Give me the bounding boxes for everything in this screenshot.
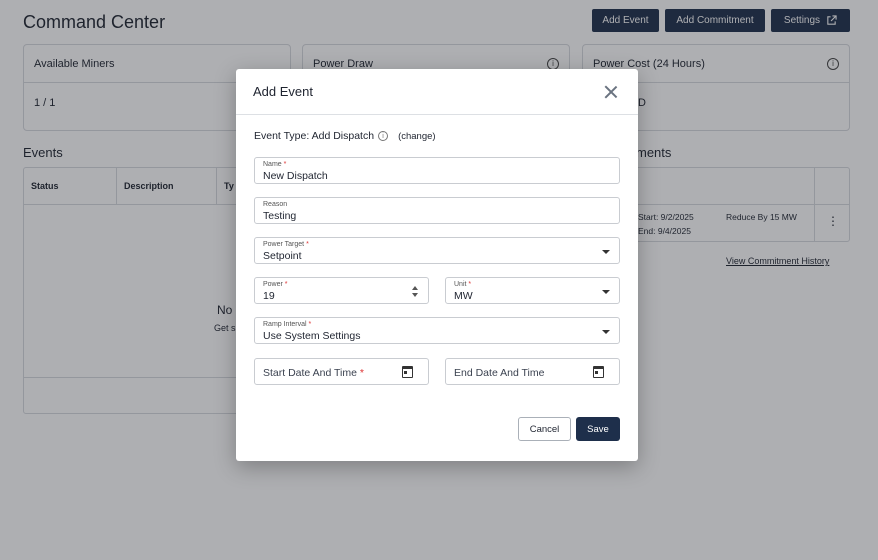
info-icon[interactable]: i <box>378 131 389 141</box>
calendar-icon[interactable] <box>402 366 413 378</box>
start-date-field[interactable]: Start Date And Time * <box>254 358 429 385</box>
power-input[interactable]: 19 <box>263 290 275 302</box>
chevron-down-icon <box>602 330 610 334</box>
power-target-value: Setpoint <box>263 250 302 262</box>
save-button[interactable]: Save <box>576 417 620 441</box>
field-label: Power * <box>263 281 288 288</box>
chevron-down-icon <box>602 250 610 254</box>
field-label: Name * <box>263 161 287 168</box>
calendar-icon[interactable] <box>593 366 604 378</box>
power-field[interactable]: Power * 19 <box>254 277 429 304</box>
event-type-row: Event Type: Add Dispatch i (change) <box>254 130 436 142</box>
field-label: Ramp Interval * <box>263 321 312 328</box>
name-field[interactable]: Name * New Dispatch <box>254 157 620 184</box>
field-label: Power Target * <box>263 241 309 248</box>
add-event-dialog: Add Event Event Type: Add Dispatch i (ch… <box>236 69 638 461</box>
cancel-button[interactable]: Cancel <box>518 417 571 441</box>
start-date-placeholder: Start Date And Time * <box>263 367 364 379</box>
close-icon[interactable] <box>604 85 618 99</box>
spinner-arrows-icon[interactable] <box>412 286 419 298</box>
reason-field[interactable]: Reason Testing <box>254 197 620 224</box>
reason-input[interactable]: Testing <box>263 210 296 222</box>
field-label: Unit * <box>454 281 472 288</box>
end-date-placeholder: End Date And Time <box>454 367 545 379</box>
name-input[interactable]: New Dispatch <box>263 170 328 182</box>
unit-select[interactable]: Unit * MW <box>445 277 620 304</box>
event-type-label: Event Type: Add Dispatch <box>254 130 375 142</box>
dialog-title: Add Event <box>253 84 313 99</box>
power-target-select[interactable]: Power Target * Setpoint <box>254 237 620 264</box>
chevron-down-icon <box>602 290 610 294</box>
unit-value: MW <box>454 290 473 302</box>
ramp-interval-value: Use System Settings <box>263 330 361 342</box>
ramp-interval-select[interactable]: Ramp Interval * Use System Settings <box>254 317 620 344</box>
end-date-field[interactable]: End Date And Time <box>445 358 620 385</box>
field-label: Reason <box>263 201 288 208</box>
change-event-type-link[interactable]: (change) <box>398 131 436 142</box>
